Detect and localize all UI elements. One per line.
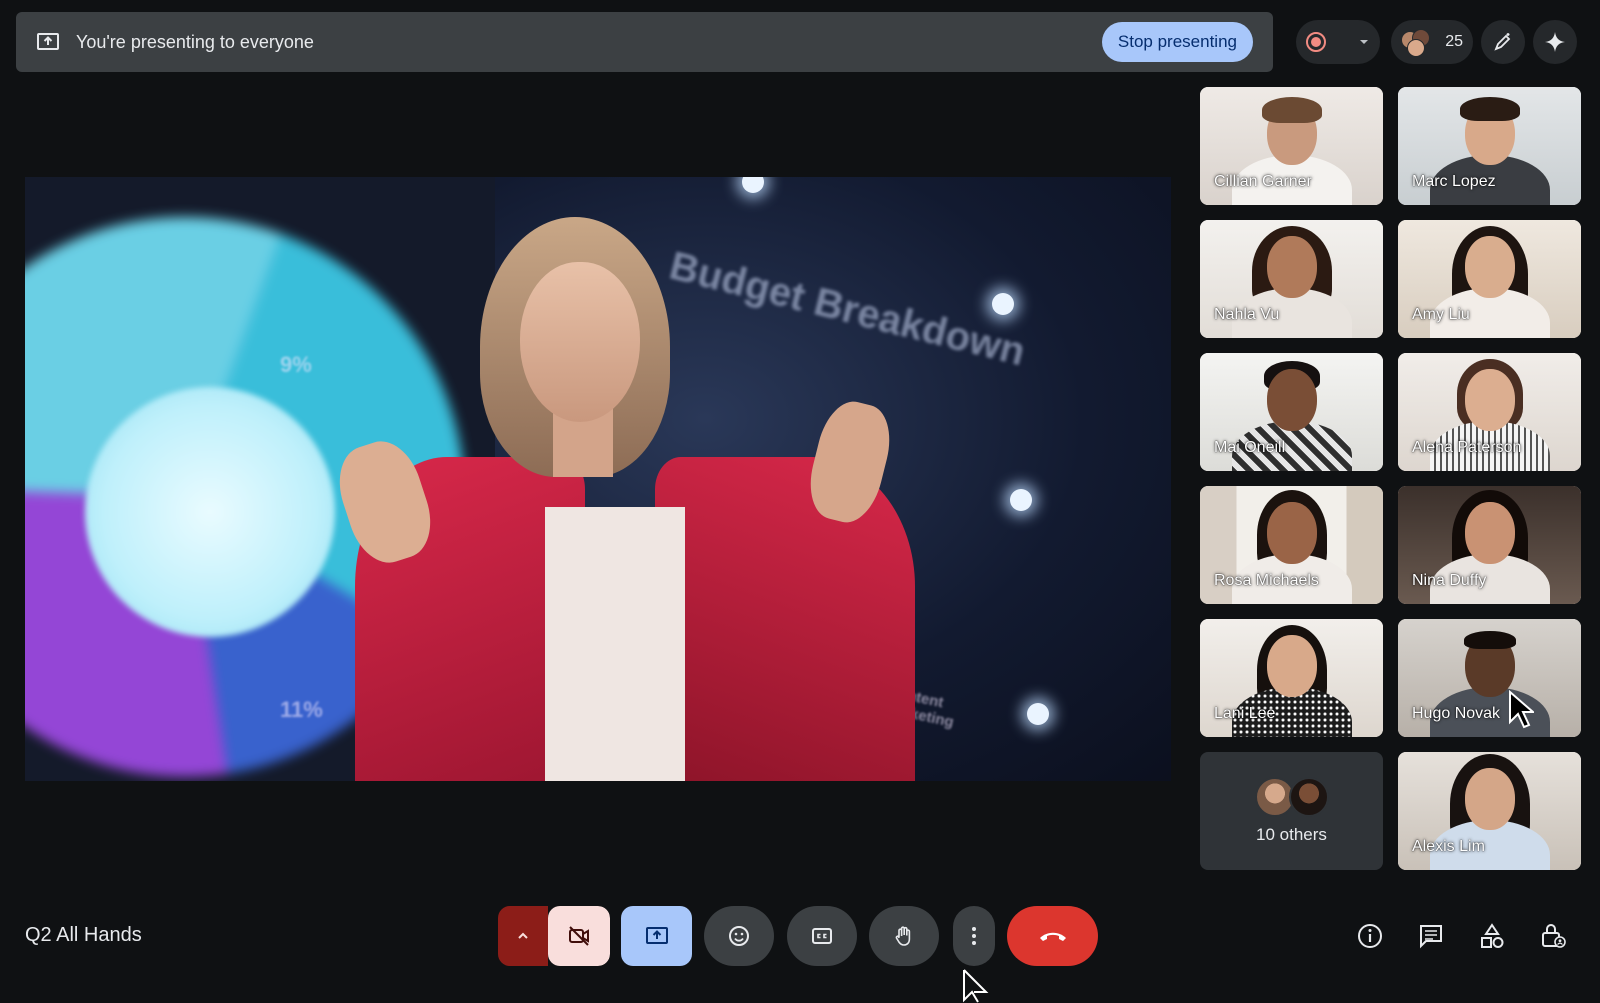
participant-tile[interactable]: Alexis Lim bbox=[1398, 752, 1581, 870]
participant-name: Lani Lee bbox=[1214, 705, 1276, 722]
presentation-stage: Budget Breakdown 9% 11% Content Marketin… bbox=[25, 177, 1171, 781]
emoji-icon bbox=[729, 926, 749, 946]
sparkle-icon bbox=[1545, 32, 1565, 52]
gemini-button[interactable] bbox=[1533, 20, 1577, 64]
presenting-message: You're presenting to everyone bbox=[76, 31, 314, 52]
closed-captions-icon bbox=[812, 928, 832, 944]
leave-call-button[interactable] bbox=[1007, 906, 1098, 966]
chevron-up-icon bbox=[518, 932, 528, 939]
presenter-jacket bbox=[655, 457, 915, 781]
participant-tile[interactable]: Cillian Garner bbox=[1200, 87, 1383, 205]
pie-label: 9% bbox=[280, 352, 312, 377]
participant-tile[interactable]: Lani Lee bbox=[1200, 619, 1383, 737]
participant-name: Cillian Garner bbox=[1214, 173, 1312, 190]
shapes-icon bbox=[1481, 923, 1504, 948]
record-icon bbox=[1306, 32, 1326, 52]
raise-hand-icon bbox=[895, 926, 911, 946]
stop-presenting-button[interactable]: Stop presenting bbox=[1101, 22, 1253, 62]
host-controls-button[interactable] bbox=[1537, 920, 1569, 952]
present-screen-icon bbox=[36, 30, 60, 54]
presenter-top bbox=[545, 507, 685, 781]
more-vert-icon bbox=[972, 927, 976, 945]
participant-name: Marc Lopez bbox=[1412, 173, 1496, 190]
participant-name: Nahla Vu bbox=[1214, 306, 1280, 323]
mouse-cursor-icon bbox=[963, 969, 989, 1003]
captions-button[interactable] bbox=[787, 906, 857, 966]
participant-name: Amy Liu bbox=[1412, 306, 1470, 323]
presenter-face bbox=[520, 262, 640, 422]
recording-button[interactable] bbox=[1296, 20, 1380, 64]
camera-off-icon bbox=[569, 926, 589, 946]
avatar bbox=[1288, 777, 1329, 817]
more-options-button[interactable] bbox=[953, 906, 995, 966]
participant-tile[interactable]: Marc Lopez bbox=[1398, 87, 1581, 205]
others-label: 10 others bbox=[1256, 825, 1327, 844]
hang-up-icon bbox=[1039, 932, 1066, 941]
present-screen-icon bbox=[645, 927, 668, 944]
participant-tile[interactable]: Nahla Vu bbox=[1200, 220, 1383, 338]
participant-tile[interactable]: Amy Liu bbox=[1398, 220, 1581, 338]
participant-avatars-icon bbox=[1401, 29, 1431, 57]
meeting-details-button[interactable] bbox=[1354, 920, 1386, 952]
participant-name: Rosa Michaels bbox=[1214, 572, 1319, 589]
meeting-title: Q2 All Hands bbox=[25, 924, 142, 946]
participant-name: Nina Duffy bbox=[1412, 572, 1487, 589]
participant-name: Hugo Novak bbox=[1412, 705, 1501, 722]
camera-toggle-button[interactable] bbox=[548, 906, 610, 966]
lock-person-icon bbox=[1542, 924, 1566, 948]
participant-tile[interactable]: Mai Oneill bbox=[1200, 353, 1383, 471]
info-icon bbox=[1358, 924, 1382, 948]
chat-icon bbox=[1420, 925, 1442, 949]
annotate-button[interactable] bbox=[1481, 20, 1525, 64]
camera-controls bbox=[498, 906, 610, 966]
present-now-button[interactable] bbox=[621, 906, 692, 966]
participant-tile[interactable]: Rosa Michaels bbox=[1200, 486, 1383, 604]
pie-label: 11% bbox=[280, 697, 323, 722]
presenting-banner: You're presenting to everyone Stop prese… bbox=[16, 12, 1273, 72]
participant-name: Mai Oneill bbox=[1214, 439, 1286, 456]
pen-sparkle-icon bbox=[1494, 33, 1511, 51]
participant-tile[interactable]: Alena Paterson bbox=[1398, 353, 1581, 471]
reactions-button[interactable] bbox=[704, 906, 774, 966]
others-avatars bbox=[1254, 777, 1329, 817]
spotlight bbox=[1027, 703, 1049, 725]
participant-tile[interactable]: Nina Duffy bbox=[1398, 486, 1581, 604]
others-tile[interactable]: 10 others bbox=[1200, 752, 1383, 870]
participant-name: Alena Paterson bbox=[1412, 439, 1522, 456]
spotlight bbox=[992, 293, 1014, 315]
participant-count: 25 bbox=[1445, 33, 1463, 50]
pie-chart-center bbox=[85, 387, 335, 637]
participant-tile[interactable]: Hugo Novak bbox=[1398, 619, 1581, 737]
raise-hand-button[interactable] bbox=[869, 906, 939, 966]
participants-button[interactable]: 25 bbox=[1391, 20, 1473, 64]
mouse-cursor-icon bbox=[1509, 690, 1534, 729]
participant-name: Alexis Lim bbox=[1412, 838, 1485, 855]
camera-options-button[interactable] bbox=[498, 906, 548, 966]
spotlight bbox=[1010, 489, 1032, 511]
chevron-down-icon bbox=[1360, 40, 1368, 44]
activities-button[interactable] bbox=[1476, 920, 1508, 952]
chat-button[interactable] bbox=[1415, 920, 1447, 952]
